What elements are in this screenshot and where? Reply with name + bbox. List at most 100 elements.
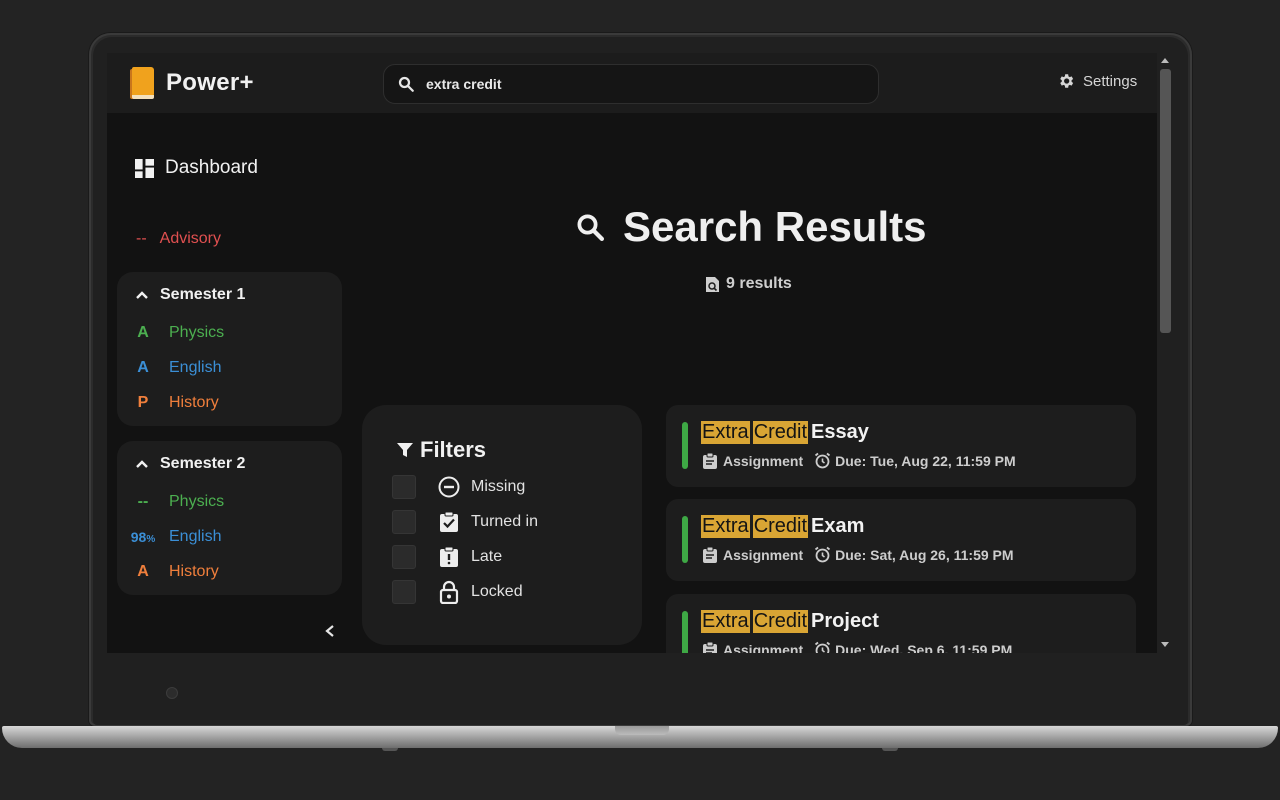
sidebar-item-course[interactable]: 98% English [117,528,222,546]
sidebar-item-course[interactable]: A Physics [117,324,224,342]
filter-checkbox[interactable] [392,475,416,499]
laptop-foot [382,748,398,751]
laptop-notch [615,726,669,735]
app-name: Power+ [166,69,254,96]
filters-title: Filters [396,437,486,463]
filter-label: Locked [471,583,523,600]
status-bar [682,611,688,653]
search-input[interactable] [424,75,848,93]
settings-button[interactable]: Settings [1057,72,1137,90]
semester-card: Semester 2 -- Physics 98% English A Hist… [117,441,342,595]
semester-toggle[interactable]: Semester 2 [136,455,245,473]
search-icon [577,214,604,241]
sidebar: Dashboard -- Advisory Semester 1 A Physi… [107,113,357,653]
alarm-clock-icon [815,641,831,653]
result-due: Due: Tue, Aug 22, 11:59 PM [835,452,1016,469]
course-grade: P [137,394,149,411]
result-title: Extra Credit Essay [701,421,869,444]
scrollbar[interactable] [1157,53,1174,653]
semester-toggle[interactable]: Semester 1 [136,286,245,304]
filters-panel: Filters Missing Turned in Late Locked [362,405,642,645]
sidebar-item-course[interactable]: A English [117,359,221,377]
chevron-up-icon [136,460,148,468]
search-icon [398,76,414,92]
course-grade: A [137,563,149,580]
filter-checkbox[interactable] [392,545,416,569]
sidebar-item-advisory[interactable]: -- Advisory [136,230,221,248]
course-grade: -- [136,230,147,247]
filter-checkbox[interactable] [392,510,416,534]
sidebar-item-course[interactable]: P History [117,394,219,412]
app-screen: Power+ Settings [107,53,1174,653]
clipboard-check-icon [437,510,461,534]
results-count-text: 9 results [726,275,792,292]
results-count: 9 results [705,275,792,293]
search-bar[interactable] [383,64,879,104]
document-search-icon [706,276,719,292]
laptop-base [2,726,1278,751]
status-bar [682,422,688,469]
course-grade: -- [137,493,149,510]
page-title-text: Search Results [623,203,927,250]
result-title: Extra Credit Exam [701,515,865,538]
result-meta: Assignment Due: Wed, Sep 6, 11:59 PM [703,641,1012,653]
result-card[interactable]: Extra Credit Essay Assignment Due: Tue, Au… [666,405,1136,487]
settings-label: Settings [1083,72,1138,90]
result-card[interactable]: Extra Credit Exam Assignment Due: Sat, Aug… [666,499,1136,581]
result-meta: Assignment Due: Tue, Aug 22, 11:59 PM [703,452,1016,469]
clipboard-icon [703,452,717,469]
course-name: English [169,528,222,545]
alarm-clock-icon [815,546,831,563]
course-name: Physics [169,324,225,341]
result-type: Assignment [723,452,804,469]
chevron-up-icon [136,291,148,299]
scroll-up-arrow-icon[interactable] [1161,58,1169,63]
page-title: Search Results [575,203,926,251]
brand[interactable]: Power+ [130,67,254,99]
scroll-thumb[interactable] [1160,69,1171,333]
course-name: History [169,563,219,580]
course-grade: 98% [130,529,156,545]
course-name: History [169,394,219,411]
filter-label: Late [471,548,503,565]
clipboard-icon [703,546,717,563]
course-name: English [169,359,222,376]
dashboard-icon [135,158,154,178]
filter-locked[interactable]: Locked [392,580,523,604]
filter-turned-in[interactable]: Turned in [392,510,538,534]
course-name: Physics [169,493,225,510]
webcam-icon [166,687,178,699]
result-type: Assignment [723,641,804,654]
result-title: Extra Credit Project [701,610,879,633]
course-name: Advisory [159,230,222,247]
dashboard-label: Dashboard [165,157,258,178]
semester-card: Semester 1 A Physics A English P History [117,272,342,426]
gear-icon [1060,74,1074,88]
sidebar-item-dashboard[interactable]: Dashboard [135,157,258,179]
course-grade: A [137,359,149,376]
clipboard-alert-icon [437,545,461,569]
status-bar [682,516,688,563]
filter-late[interactable]: Late [392,545,502,569]
result-due: Due: Wed, Sep 6, 11:59 PM [835,641,1013,654]
result-card[interactable]: Extra Credit Project Assignment Due: Wed, … [666,594,1136,653]
scroll-down-arrow-icon[interactable] [1161,642,1169,647]
alarm-clock-icon [815,452,831,469]
filters-title-text: Filters [420,437,487,462]
filter-label: Turned in [471,513,538,530]
clipboard-icon [703,641,717,653]
lock-icon [437,580,461,604]
book-icon [130,67,156,99]
result-meta: Assignment Due: Sat, Aug 26, 11:59 PM [703,546,1014,563]
course-grade: A [137,324,149,341]
laptop-foot [882,748,898,751]
filter-checkbox[interactable] [392,580,416,604]
result-due: Due: Sat, Aug 26, 11:59 PM [835,546,1014,563]
sidebar-item-course[interactable]: A History [117,563,219,581]
filter-missing[interactable]: Missing [392,475,525,499]
sidebar-item-course[interactable]: -- Physics [117,493,224,511]
funnel-icon [397,443,413,457]
collapse-sidebar-chevron-left-icon[interactable] [323,624,337,638]
top-bar: Power+ Settings [107,53,1157,113]
minus-circle-icon [437,475,461,499]
